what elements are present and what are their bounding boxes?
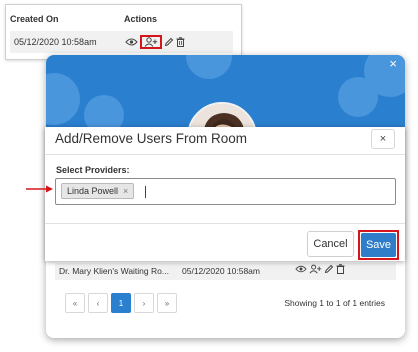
eye-icon[interactable] [295, 264, 307, 274]
page-1-button[interactable]: 1 [111, 293, 131, 313]
page-next-button[interactable]: › [134, 293, 154, 313]
table-row: 05/12/2020 10:58am [10, 31, 233, 53]
trash-icon[interactable] [336, 264, 345, 274]
row-actions [125, 34, 185, 50]
save-button[interactable]: Save [361, 233, 396, 257]
provider-name: Linda Powell [67, 186, 119, 196]
page-first-button[interactable]: « [65, 293, 85, 313]
column-header-actions: Actions [124, 14, 158, 24]
pencil-icon[interactable] [164, 37, 174, 47]
page-last-button[interactable]: » [157, 293, 177, 313]
pagination: « ‹ 1 › » [65, 293, 177, 313]
entries-info: Showing 1 to 1 of 1 entries [284, 298, 385, 308]
add-remove-users-dialog: Add/Remove Users From Room × Select Prov… [45, 127, 405, 261]
divider [45, 223, 405, 224]
add-user-icon[interactable] [140, 35, 162, 49]
selected-provider-tag: Linda Powell × [61, 183, 135, 199]
cancel-button[interactable]: Cancel [307, 231, 354, 257]
trash-icon[interactable] [176, 37, 185, 47]
add-user-icon[interactable] [309, 264, 322, 274]
annotation-arrow-icon [26, 185, 53, 193]
column-header-created-on: Created On [10, 14, 59, 24]
row-actions [295, 264, 345, 274]
dialog-close-button[interactable]: × [371, 129, 395, 149]
select-providers-label: Select Providers: [56, 165, 130, 175]
eye-icon[interactable] [125, 37, 138, 47]
table-callout: Created On Actions 05/12/2020 10:58am [5, 4, 242, 60]
created-on-cell: 05/12/2020 10:58am [182, 266, 260, 276]
text-caret [145, 186, 146, 198]
divider [45, 154, 405, 155]
card-close-icon[interactable]: × [389, 57, 397, 71]
remove-tag-icon[interactable]: × [123, 184, 128, 198]
created-on-cell: 05/12/2020 10:58am [14, 37, 97, 47]
page-prev-button[interactable]: ‹ [88, 293, 108, 313]
dialog-title: Add/Remove Users From Room [55, 131, 248, 146]
room-name-cell[interactable]: Dr. Mary Klien's Waiting Ro... [59, 266, 169, 276]
providers-select-input[interactable]: Linda Powell × [55, 178, 396, 205]
table-row: Dr. Mary Klien's Waiting Ro... 05/12/202… [55, 263, 396, 280]
pencil-icon[interactable] [324, 264, 334, 274]
